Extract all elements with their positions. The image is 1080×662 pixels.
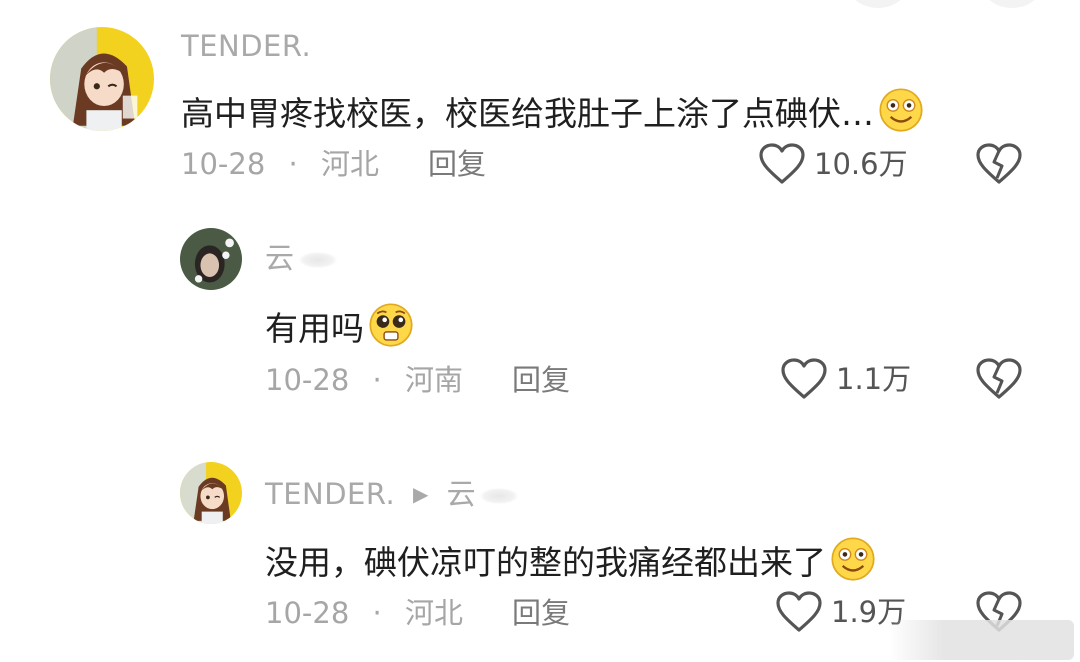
comment-meta: 10-28 · 河北 — [181, 150, 379, 179]
heart-outline-icon — [776, 591, 822, 632]
reply-to-username[interactable]: 云 — [447, 477, 477, 511]
comment-date: 10-28 — [265, 596, 350, 630]
comment-location: 河北 — [320, 147, 379, 181]
meta-separator: · — [372, 363, 382, 397]
like-count: 10.6万 — [814, 146, 908, 181]
meta-separator: · — [288, 147, 298, 181]
dislike-button[interactable] — [975, 357, 1023, 405]
anime-girl-avatar-icon — [180, 462, 242, 524]
top-more-button[interactable] — [982, 0, 1042, 8]
like-button[interactable]: 1.1万 — [780, 357, 911, 401]
comment-date: 10-28 — [181, 147, 266, 181]
grinning-emoji-icon — [879, 88, 923, 132]
comment-location: 河北 — [404, 596, 463, 630]
anime-girl-avatar-icon — [50, 27, 154, 131]
reply-button[interactable]: 回复 — [512, 366, 570, 395]
cloud-icon — [298, 252, 337, 268]
pleading-emoji-icon — [369, 303, 413, 347]
reply-button[interactable]: 回复 — [512, 599, 570, 628]
user-avatar[interactable] — [180, 228, 242, 290]
comment-content: 高中胃疼找校医，校医给我肚子上涂了点碘伏… — [181, 87, 924, 133]
comment-username[interactable]: TENDER. — [265, 477, 395, 511]
watermark-overlay — [889, 620, 1074, 660]
comment-text: 有用吗 — [265, 309, 364, 348]
comment-date: 10-28 — [265, 363, 350, 397]
like-count: 1.1万 — [836, 361, 912, 396]
like-button[interactable]: 1.9万 — [775, 590, 906, 634]
like-button[interactable]: 10.6万 — [758, 142, 908, 186]
comment-location: 河南 — [404, 363, 463, 397]
user-avatar[interactable] — [50, 27, 154, 131]
comment-username-line: TENDER. ▶ 云 — [265, 477, 519, 511]
comment-content: 没用，碘伏凉叮的整的我痛经都出来了 — [265, 536, 876, 582]
heart-outline-icon — [781, 358, 827, 399]
comment-text: 没用，碘伏凉叮的整的我痛经都出来了 — [265, 543, 826, 582]
comment-username[interactable]: 云 — [265, 244, 337, 273]
reply-button[interactable]: 回复 — [428, 150, 486, 179]
broken-heart-icon — [976, 143, 1022, 184]
comment-meta: 10-28 · 河南 — [265, 366, 463, 395]
meta-separator: · — [372, 596, 382, 630]
person-photo-avatar-icon — [180, 228, 242, 290]
comment-content: 有用吗 — [265, 302, 414, 348]
user-avatar[interactable] — [180, 462, 242, 524]
grinning-emoji-icon — [831, 537, 875, 581]
username-text: 云 — [265, 241, 295, 275]
reply-arrow-icon: ▶ — [412, 482, 429, 506]
comment-meta: 10-28 · 河北 — [265, 599, 463, 628]
comment-username[interactable]: TENDER. — [181, 32, 311, 61]
comment-text: 高中胃疼找校医，校医给我肚子上涂了点碘伏… — [181, 94, 874, 133]
dislike-button[interactable] — [975, 142, 1023, 190]
cloud-icon — [480, 488, 519, 504]
heart-outline-icon — [759, 143, 805, 184]
broken-heart-icon — [976, 358, 1022, 399]
top-action-button[interactable] — [848, 0, 908, 8]
